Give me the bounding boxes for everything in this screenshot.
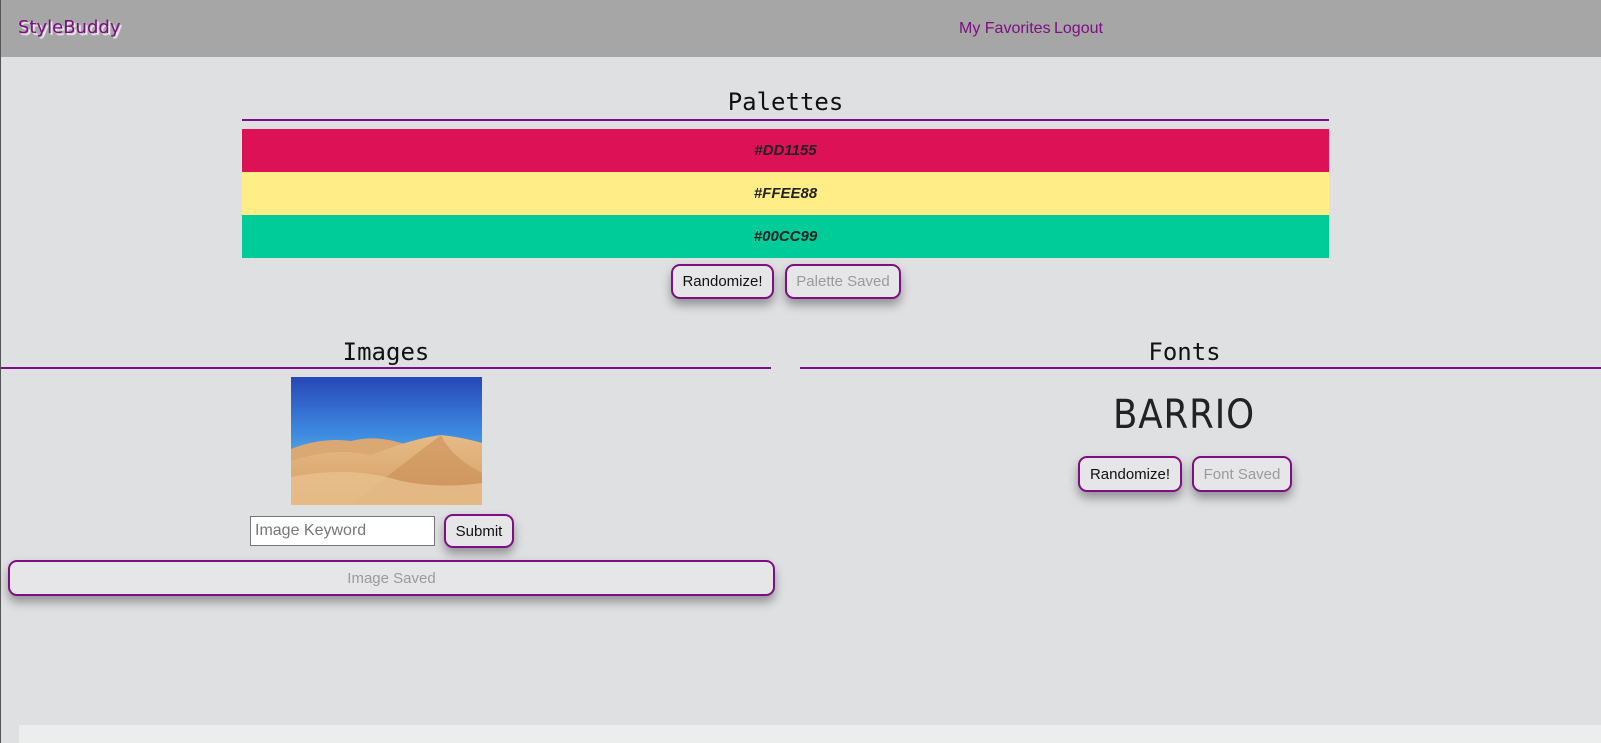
image-submit-button[interactable]: Submit	[444, 514, 514, 548]
palettes-title: Palettes	[727, 88, 844, 116]
fonts-title: Fonts	[1148, 338, 1221, 366]
navbar: StyleBuddy My Favorites Logout	[1, 0, 1601, 57]
images-title: Images	[342, 338, 430, 366]
palette-swatch: #FFEE88	[242, 172, 1329, 215]
images-divider	[1, 367, 771, 369]
palettes-divider	[242, 119, 1329, 121]
font-sample: BARRIO	[1102, 388, 1266, 438]
nav-logout[interactable]: Logout	[1054, 20, 1103, 38]
palette-swatch: #00CC99	[242, 215, 1329, 258]
palette-swatch: #DD1155	[242, 129, 1329, 172]
image-keyword-input[interactable]	[250, 516, 435, 546]
palette-randomize-button[interactable]: Randomize!	[671, 264, 774, 299]
brand-logo[interactable]: StyleBuddy	[18, 17, 120, 38]
bottom-scrollbar[interactable]	[19, 725, 1601, 743]
swatch-hex-label: #DD1155	[754, 142, 817, 159]
fonts-divider	[800, 367, 1601, 369]
svg-text:BARRIO: BARRIO	[1113, 392, 1255, 438]
swatch-hex-label: #FFEE88	[753, 185, 818, 202]
font-saved-button[interactable]: Font Saved	[1192, 456, 1292, 492]
nav-my-favorites[interactable]: My Favorites	[959, 20, 1051, 38]
palette-saved-button[interactable]: Palette Saved	[785, 264, 901, 299]
image-saved-button[interactable]: Image Saved	[8, 560, 775, 596]
font-sample-text: BARRIO	[1113, 392, 1255, 438]
desert-dunes-picture	[291, 377, 482, 505]
font-randomize-button[interactable]: Randomize!	[1078, 456, 1182, 492]
desert-image	[291, 377, 482, 505]
swatch-hex-label: #00CC99	[753, 228, 818, 245]
